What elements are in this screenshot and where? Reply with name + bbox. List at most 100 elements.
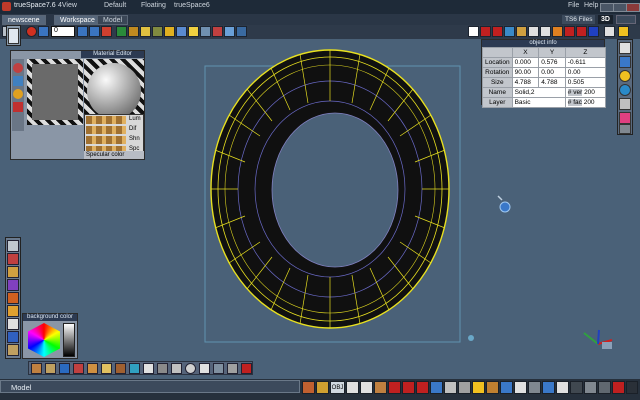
menu-help[interactable]: Help bbox=[584, 2, 598, 9]
smiley-icon[interactable] bbox=[619, 70, 631, 82]
rotation-y-field[interactable]: 0.00 bbox=[538, 67, 566, 78]
fog-icon[interactable] bbox=[458, 381, 471, 394]
forward-icon[interactable] bbox=[89, 26, 100, 37]
tab-model[interactable]: Model bbox=[97, 15, 129, 25]
rotate-icon[interactable] bbox=[152, 26, 163, 37]
tab-newscene[interactable]: newscene bbox=[2, 15, 46, 25]
stop-icon[interactable] bbox=[26, 26, 37, 37]
list-item[interactable]: Dif bbox=[85, 125, 143, 135]
lathe-icon[interactable] bbox=[115, 363, 126, 374]
size-y-field[interactable]: 4.788 bbox=[538, 77, 566, 88]
node-icon[interactable] bbox=[7, 240, 19, 252]
sphere-small-icon[interactable] bbox=[185, 363, 196, 374]
sphere-icon[interactable] bbox=[13, 63, 23, 73]
layout-icon[interactable] bbox=[604, 26, 615, 37]
y-axis-icon[interactable] bbox=[492, 26, 503, 37]
palette-icon[interactable] bbox=[619, 112, 631, 124]
monitor-icon[interactable] bbox=[584, 381, 597, 394]
color-icon[interactable] bbox=[516, 26, 527, 37]
close-button[interactable] bbox=[626, 3, 640, 12]
fx-icon[interactable] bbox=[598, 381, 611, 394]
list-item[interactable]: Shn bbox=[85, 135, 143, 145]
move-tool-icon[interactable] bbox=[316, 381, 329, 394]
picture-icon[interactable] bbox=[619, 124, 631, 134]
spline-icon[interactable] bbox=[7, 253, 19, 265]
layers-icon[interactable] bbox=[213, 363, 224, 374]
menu-truespace6[interactable]: trueSpace6 bbox=[174, 2, 210, 9]
extrude-icon[interactable] bbox=[101, 363, 112, 374]
minimize-button[interactable] bbox=[600, 3, 614, 12]
plane-icon[interactable] bbox=[7, 331, 19, 343]
sphere-primitive-icon[interactable] bbox=[7, 318, 19, 330]
frame-field[interactable]: 0 bbox=[51, 26, 75, 37]
rotate-x-icon[interactable] bbox=[388, 381, 401, 394]
camera-view-icon[interactable] bbox=[619, 98, 631, 110]
settings-icon[interactable] bbox=[612, 381, 625, 394]
light-icon[interactable] bbox=[188, 26, 199, 37]
view-icon[interactable] bbox=[504, 26, 515, 37]
scale-icon[interactable] bbox=[164, 26, 175, 37]
color-picker-hexagon[interactable] bbox=[28, 323, 60, 357]
lock-icon[interactable] bbox=[556, 381, 569, 394]
z-constraint-icon[interactable] bbox=[588, 26, 599, 37]
cube-icon[interactable] bbox=[7, 305, 19, 317]
select-icon[interactable] bbox=[140, 26, 151, 37]
view-select-icon[interactable] bbox=[430, 381, 443, 394]
menu-floating[interactable]: Floating bbox=[141, 2, 166, 9]
record-icon[interactable] bbox=[101, 26, 112, 37]
grid-snap-icon[interactable] bbox=[116, 26, 127, 37]
maximize-button[interactable] bbox=[613, 3, 627, 12]
cloth-icon[interactable] bbox=[87, 363, 98, 374]
shape-tool-icon[interactable] bbox=[619, 42, 631, 54]
menu-default[interactable]: Default bbox=[104, 2, 126, 9]
target-icon[interactable] bbox=[199, 363, 210, 374]
axis-z-icon[interactable] bbox=[416, 381, 429, 394]
weld-icon[interactable] bbox=[157, 363, 168, 374]
sweep-icon[interactable] bbox=[129, 363, 140, 374]
location-z-field[interactable]: -0.611 bbox=[564, 57, 607, 68]
deform-icon[interactable] bbox=[7, 266, 19, 278]
obj-button[interactable]: OBJ bbox=[330, 381, 345, 394]
scene-icon[interactable] bbox=[500, 381, 513, 394]
render-options-icon[interactable] bbox=[564, 26, 575, 37]
color-swatch-icon[interactable] bbox=[13, 102, 23, 112]
checkbox-icon[interactable] bbox=[540, 26, 551, 37]
render-status-icon[interactable] bbox=[486, 381, 499, 394]
rotation-x-field[interactable]: 90.00 bbox=[511, 67, 540, 78]
paint-bucket-icon[interactable] bbox=[552, 26, 563, 37]
list-item[interactable]: Lum bbox=[85, 115, 143, 125]
paint-brush-icon[interactable] bbox=[13, 89, 23, 99]
name-field[interactable]: Solid,2 bbox=[511, 87, 566, 98]
glue-icon[interactable] bbox=[45, 363, 56, 374]
render-scene-icon[interactable] bbox=[236, 26, 247, 37]
tab-workspace[interactable]: Workspace bbox=[54, 15, 101, 25]
globe-icon[interactable] bbox=[619, 84, 631, 96]
bevel-icon[interactable] bbox=[143, 363, 154, 374]
object-select-icon[interactable] bbox=[302, 381, 315, 394]
paint-icon[interactable] bbox=[212, 26, 223, 37]
texture-preview[interactable] bbox=[27, 59, 83, 125]
rotate-y-icon[interactable] bbox=[402, 381, 415, 394]
power-icon[interactable] bbox=[626, 381, 638, 394]
camera-small-icon[interactable] bbox=[171, 363, 182, 374]
menu-file[interactable]: File bbox=[568, 2, 579, 9]
location-y-field[interactable]: 0.576 bbox=[538, 57, 566, 68]
location-x-field[interactable]: 0.000 bbox=[511, 57, 540, 68]
primitive-icon[interactable] bbox=[59, 363, 70, 374]
rewind-icon[interactable] bbox=[38, 26, 49, 37]
layout-toggle-icon[interactable] bbox=[616, 15, 636, 24]
x-axis-icon[interactable] bbox=[480, 26, 491, 37]
pyramid-icon[interactable] bbox=[7, 279, 19, 291]
material-icon[interactable] bbox=[13, 76, 23, 86]
cpu-icon[interactable] bbox=[570, 381, 583, 394]
grid-status-icon[interactable] bbox=[528, 381, 541, 394]
render-icon[interactable] bbox=[224, 26, 235, 37]
specular-color-row[interactable]: Specular color bbox=[84, 151, 144, 159]
record-small-icon[interactable] bbox=[241, 363, 252, 374]
rotation-z-field[interactable]: 0.00 bbox=[564, 67, 607, 78]
eye-view-icon[interactable] bbox=[346, 381, 359, 394]
object-library-icon[interactable] bbox=[619, 56, 631, 68]
view-3d-button[interactable]: 3D bbox=[598, 15, 613, 24]
size-z-field[interactable]: 0.505 bbox=[564, 77, 607, 88]
paint-status-icon[interactable] bbox=[374, 381, 387, 394]
